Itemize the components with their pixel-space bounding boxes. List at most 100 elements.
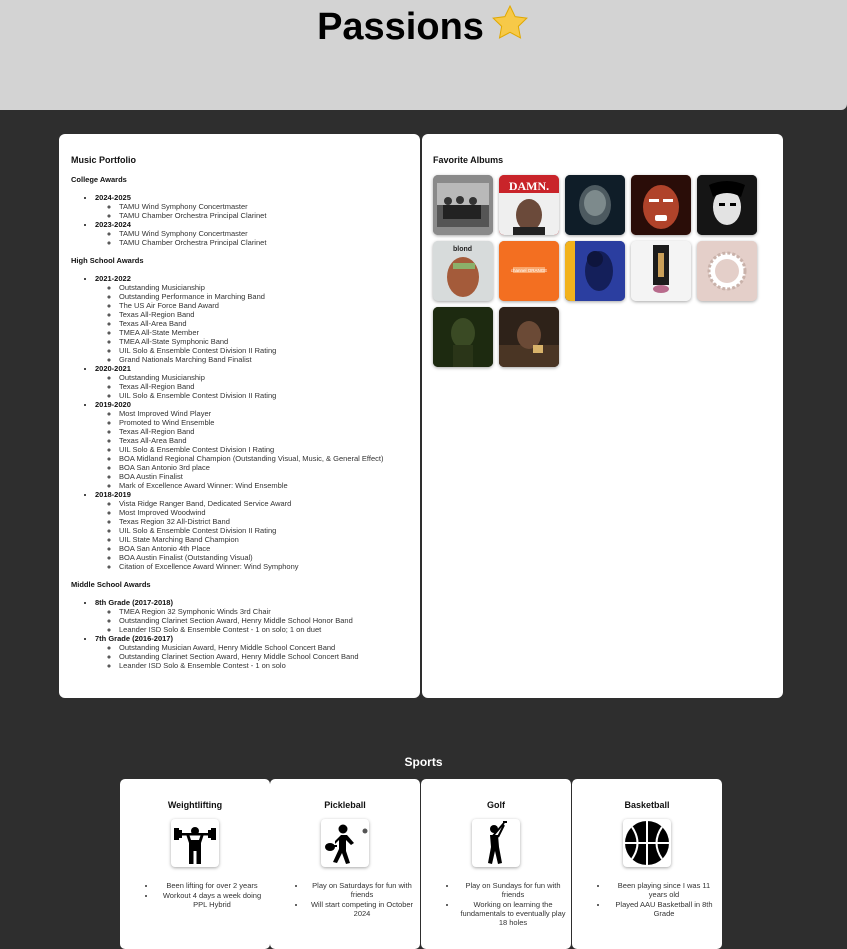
favorite-albums-card: Favorite Albums DAMN. blond channel ORANGE [422, 134, 783, 698]
award-year: 2023-2024TAMU Wind Symphony Concertmaste… [95, 220, 411, 247]
sport-note: Will start competing in October 2024 [306, 900, 418, 918]
award-item: Texas All-Region Band [119, 310, 411, 319]
music-portfolio-card: Music Portfolio College Awards2024-2025T… [59, 134, 420, 698]
album-cover [697, 241, 757, 301]
sport-name: Golf [487, 800, 505, 810]
award-item: UIL State Marching Band Champion [119, 535, 411, 544]
award-list: Outstanding MusicianshipTexas All-Region… [95, 373, 411, 400]
award-year: 2021-2022Outstanding MusicianshipOutstan… [95, 274, 411, 364]
award-item: UIL Solo & Ensemble Contest Division II … [119, 346, 411, 355]
award-item: Promoted to Wind Ensemble [119, 418, 411, 427]
sports-title: Sports [404, 755, 443, 769]
award-year: 8th Grade (2017-2018)TMEA Region 32 Symp… [95, 598, 411, 634]
award-item: Outstanding Clarinet Section Award, Henr… [119, 616, 411, 625]
award-section: Middle School Awards 8th Grade (2017-2018… [71, 580, 411, 670]
golf-icon [472, 819, 520, 867]
award-year-label: 7th Grade (2016-2017) [95, 634, 173, 643]
sport-note: Play on Saturdays for fun with friends [306, 881, 418, 899]
pickleball-icon [321, 819, 369, 867]
award-list: Vista Ridge Ranger Band, Dedicated Servi… [95, 499, 411, 571]
music-portfolio-title: Music Portfolio [71, 155, 136, 165]
page-title: Passions [0, 3, 847, 53]
award-section-heading: High School Awards [71, 256, 144, 265]
award-item: Citation of Excellence Award Winner: Win… [119, 562, 411, 571]
award-year-label: 2018-2019 [95, 490, 131, 499]
award-item: Leander ISD Solo & Ensemble Contest - 1 … [119, 661, 411, 670]
award-item: Texas All-Area Band [119, 319, 411, 328]
svg-text:blond: blond [453, 246, 472, 253]
svg-text:channel ORANGE: channel ORANGE [511, 268, 548, 273]
award-item: Outstanding Musicianship [119, 283, 411, 292]
award-year-label: 2020-2021 [95, 364, 131, 373]
award-item: UIL Solo & Ensemble Contest Division I R… [119, 445, 411, 454]
album-grid: DAMN. blond channel ORANGE [433, 175, 763, 367]
award-item: Most Improved Woodwind [119, 508, 411, 517]
award-year-label: 2021-2022 [95, 274, 131, 283]
award-item: BOA Austin Finalist (Outstanding Visual) [119, 553, 411, 562]
award-year-label: 2024-2025 [95, 193, 131, 202]
award-item: Texas Region 32 All-District Band [119, 517, 411, 526]
award-item: Texas All-Region Band [119, 427, 411, 436]
award-item: Texas All-Region Band [119, 382, 411, 391]
sport-note: Been lifting for over 2 years [156, 881, 268, 890]
sport-card: Basketball Been playing since I was 11 ye… [572, 779, 722, 949]
award-section: High School Awards2021-2022Outstanding M… [71, 256, 411, 571]
award-list: TAMU Wind Symphony ConcertmasterTAMU Cha… [95, 229, 411, 247]
award-item: Outstanding Musicianship [119, 373, 411, 382]
award-item: UIL Solo & Ensemble Contest Division II … [119, 391, 411, 400]
basketball-icon [623, 819, 671, 867]
sport-notes: Been lifting for over 2 yearsWorkout 4 d… [142, 881, 268, 910]
award-year: 2020-2021Outstanding MusicianshipTexas A… [95, 364, 411, 400]
award-year-label: 2019-2020 [95, 400, 131, 409]
album-cover: DAMN. [499, 175, 559, 235]
award-item: BOA Austin Finalist [119, 472, 411, 481]
sport-note: Been playing since I was 11 years old [608, 881, 720, 899]
sport-notes: Play on Sundays for fun with friendsWork… [443, 881, 569, 928]
page-header: Passions [0, 0, 847, 110]
album-cover [565, 175, 625, 235]
award-section: College Awards2024-2025TAMU Wind Symphon… [71, 175, 411, 247]
award-section-heading: Middle School Awards [71, 580, 151, 589]
award-year: 7th Grade (2016-2017)Outstanding Musicia… [95, 634, 411, 670]
album-cover [631, 175, 691, 235]
award-item: BOA San Antonio 3rd place [119, 463, 411, 472]
award-list: Most Improved Wind PlayerPromoted to Win… [95, 409, 411, 490]
album-cover [697, 175, 757, 235]
award-item: Most Improved Wind Player [119, 409, 411, 418]
sport-name: Weightlifting [167, 800, 223, 810]
album-cover: blond [433, 241, 493, 301]
award-item: Leander ISD Solo & Ensemble Contest - 1 … [119, 625, 411, 634]
award-item: TMEA All-State Symphonic Band [119, 337, 411, 346]
album-cover [631, 241, 691, 301]
award-item: Outstanding Performance in Marching Band [119, 292, 411, 301]
sport-card: Weightlifting Been lifting for over 2 yea… [120, 779, 270, 949]
award-list: Outstanding MusicianshipOutstanding Perf… [95, 283, 411, 364]
music-awards: College Awards2024-2025TAMU Wind Symphon… [71, 175, 411, 679]
award-item: TAMU Chamber Orchestra Principal Clarine… [119, 238, 411, 247]
award-year-list: 2024-2025TAMU Wind Symphony Concertmaste… [71, 193, 411, 247]
award-year-list: 8th Grade (2017-2018)TMEA Region 32 Symp… [71, 598, 411, 670]
album-cover: channel ORANGE [499, 241, 559, 301]
award-year-label: 2023-2024 [95, 220, 131, 229]
award-list: TMEA Region 32 Symphonic Winds 3rd Chair… [95, 607, 411, 634]
sport-name: Pickleball [324, 800, 366, 810]
award-year-label: 8th Grade (2017-2018) [95, 598, 173, 607]
award-item: UIL Solo & Ensemble Contest Division II … [119, 526, 411, 535]
sport-note: Workout 4 days a week doing PPL Hybrid [156, 891, 268, 909]
award-item: BOA Midland Regional Champion (Outstandi… [119, 454, 411, 463]
award-item: BOA San Antonio 4th Place [119, 544, 411, 553]
favorite-albums-title: Favorite Albums [433, 155, 504, 165]
sport-card: Pickleball Play on Saturdays for fun with… [270, 779, 420, 949]
sport-card: Golf Play on Sundays for fun with friends… [421, 779, 571, 949]
award-item: TMEA All-State Member [119, 328, 411, 337]
award-list: Outstanding Musician Award, Henry Middle… [95, 643, 411, 670]
sport-name: Basketball [624, 800, 670, 810]
album-cover [499, 307, 559, 367]
award-section-heading: College Awards [71, 175, 127, 184]
sport-note: Play on Sundays for fun with friends [457, 881, 569, 899]
sport-note: Working on learning the fundamentals to … [457, 900, 569, 927]
award-year: 2024-2025TAMU Wind Symphony Concertmaste… [95, 193, 411, 220]
album-cover [565, 241, 625, 301]
weightlifting-icon [171, 819, 219, 867]
award-list: TAMU Wind Symphony ConcertmasterTAMU Cha… [95, 202, 411, 220]
